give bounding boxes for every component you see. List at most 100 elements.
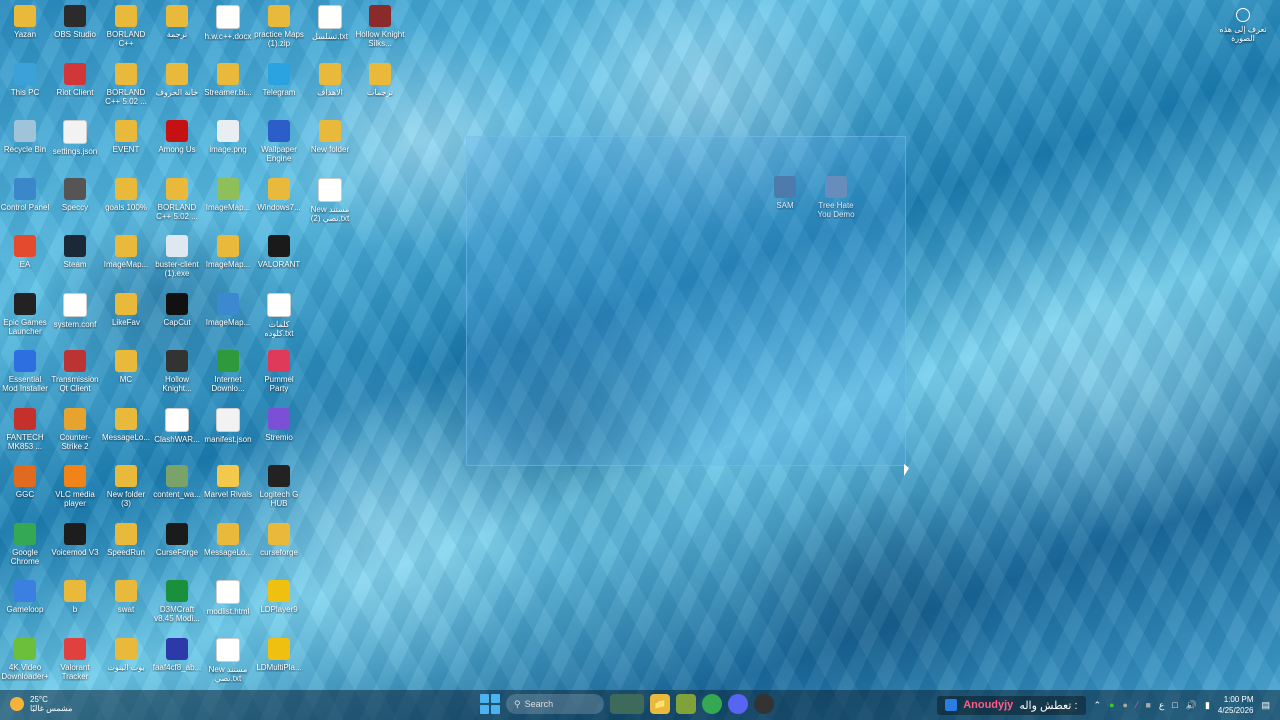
desktop-icon[interactable]: Counter-Strike 2 [50,407,100,451]
desktop-icon[interactable]: content_wa... [152,465,202,499]
desktop-icon[interactable]: h.w.c++.docx [203,5,253,41]
desktop-icon[interactable]: Essential Mod Installer [0,350,50,393]
desktop-icon[interactable]: New folder (3) [101,465,151,508]
tray-app-icon[interactable]: ● [1109,700,1114,710]
desktop-icon[interactable]: Valorant Tracker [50,637,100,681]
chrome-taskbar-icon[interactable] [702,694,722,714]
desktop-icon[interactable]: Among Us [152,120,202,154]
desktop-icon[interactable]: b [50,580,100,614]
desktop-icon[interactable]: Google Chrome [0,522,50,566]
desktop-icon[interactable]: Voicemod V3 [50,522,100,557]
desktop-icon[interactable]: Wallpaper Engine [254,120,304,163]
desktop-icon[interactable]: New folder [305,120,355,154]
desktop-icon[interactable]: Streamer.bi... [203,62,253,97]
desktop-icon[interactable]: VALORANT [254,235,304,269]
desktop-icon[interactable]: CurseForge [152,522,202,557]
weather-widget[interactable]: 25°C مشمس غالبًا [10,695,72,713]
desktop-icon[interactable]: Recycle Bin [0,120,50,154]
chevron-up-icon[interactable]: ⌃ [1094,700,1102,711]
desktop-icon[interactable]: D3MCraft v8.45 Modi... [152,580,202,623]
desktop-icon[interactable]: SpeedRun [101,522,151,557]
start-button[interactable] [480,694,500,714]
learn-about-picture[interactable]: تعرف إلى هذه الصورة [1218,8,1268,43]
desktop-icon[interactable]: CapCut [152,292,202,327]
tray-pen-icon[interactable]: ⁄ [1136,700,1138,710]
desktop-icon[interactable]: Hollow Knight Silks... [355,5,405,48]
desktop-icon[interactable]: Hollow Knight... [152,350,202,393]
desktop-icon[interactable]: system.conf [50,292,100,329]
desktop-icon[interactable]: Marvel Rivals [203,465,253,499]
desktop-icon[interactable]: This PC [0,62,50,97]
desktop-icon[interactable]: ImageMap... [203,235,253,269]
network-icon[interactable]: □ [1172,700,1177,710]
desktop-icon[interactable]: Telegram [254,62,304,97]
gallery-icon[interactable] [676,694,696,714]
desktop-icon[interactable]: Riot Client [50,62,100,97]
desktop-icon[interactable]: curseforge [254,522,304,557]
desktop-icon[interactable]: Logitech G HUB [254,465,304,508]
desktop-icon[interactable]: VLC media player [50,465,100,508]
desktop-icon[interactable]: Internet Downlo... [203,350,253,393]
desktop-icon[interactable]: practice Maps (1).zip [254,5,304,48]
now-playing-widget[interactable]: Anoudyjy تعطش واله : [937,695,1086,715]
desktop-icon[interactable]: buster-client (1).exe [152,235,202,278]
desktop-icon[interactable]: Speccy [50,177,100,212]
desktop-icon[interactable]: New مستند نصي (2).txt [305,177,355,223]
desktop-icon[interactable]: ترجمات [355,62,405,97]
widget-thumbnail[interactable] [610,694,644,714]
desktop-icon[interactable]: LDMultiPla... [254,637,304,672]
desktop-icon[interactable]: FANTECH MK853 ... [0,407,50,451]
desktop-icon[interactable]: GGC [0,465,50,499]
desktop-icon[interactable]: goals 100% [101,177,151,212]
desktop-icon[interactable]: BORLAND C++ 5.02 ... [152,177,202,221]
desktop-icon[interactable]: Gameloop [0,580,50,614]
desktop-icon[interactable]: خانة الحروف [152,62,202,97]
desktop-icon[interactable]: settings.json [50,120,100,156]
desktop-icon[interactable]: Windows7... [254,177,304,212]
file-explorer-icon[interactable]: 📁 [650,694,670,714]
desktop-icon[interactable]: MC [101,350,151,384]
notification-icon[interactable]: ▤ [1261,700,1270,711]
desktop-icon[interactable]: EVENT [101,120,151,154]
desktop-icon[interactable]: BORLAND C++ [101,5,151,48]
desktop-icon[interactable]: Control Panel [0,177,50,212]
desktop-icon[interactable]: ImageMap... [203,177,253,212]
desktop-icon[interactable]: بوت البنوت [101,637,151,672]
desktop-icon[interactable]: faaf4cf8_ab... [152,637,202,672]
desktop-icon[interactable]: Stremio [254,407,304,442]
desktop-icon[interactable]: ترجمة [152,5,202,39]
desktop-icon[interactable]: Epic Games Launcher [0,292,50,336]
desktop-icon[interactable]: EA [0,235,50,269]
desktop-icon[interactable]: swat [101,580,151,614]
desktop-icon[interactable]: Yazan [0,5,50,39]
desktop-icon[interactable]: تسلسل.txt [305,5,355,41]
language-indicator[interactable]: ع [1159,700,1164,711]
tray-app-icon[interactable]: ● [1123,700,1128,710]
search-box[interactable]: ⚲ Search [506,694,604,714]
desktop-icon[interactable]: Pummel Party [254,350,304,393]
desktop-icon[interactable]: كلمات كلوده.txt [254,292,304,338]
desktop-icon[interactable]: modlist.html [203,580,253,616]
desktop-icon[interactable]: 4K Video Downloader+ [0,637,50,681]
desktop-icon[interactable]: ImageMap... [101,235,151,269]
discord-icon[interactable] [728,694,748,714]
desktop-icon[interactable]: ClashWAR... [152,407,202,444]
desktop-icon[interactable]: MessageLo... [203,522,253,557]
desktop-icon[interactable]: MessageLo... [101,407,151,442]
desktop-icon[interactable]: Transmission Qt Client [50,350,100,393]
battery-icon[interactable]: ▮ [1205,700,1210,711]
app-taskbar-icon[interactable] [754,694,774,714]
tray-app-icon[interactable]: ■ [1145,700,1150,710]
desktop-icon[interactable]: image.png [203,120,253,154]
desktop-icon[interactable]: manifest.json [203,407,253,444]
desktop-icon[interactable]: Steam [50,235,100,269]
volume-icon[interactable]: 🔊 [1186,700,1197,711]
desktop-icon[interactable]: BORLAND C++ 5.02 ... [101,62,151,106]
desktop-icon[interactable]: LDPlayer9 [254,580,304,614]
desktop-icon[interactable]: ImageMap... [203,292,253,327]
desktop-icon[interactable]: New مستند نصي.txt [203,637,253,683]
desktop-icon[interactable]: الاهداف [305,62,355,97]
desktop-icon[interactable]: OBS Studio [50,5,100,39]
desktop-icon[interactable]: LikeFav [101,292,151,327]
clock[interactable]: 1:00 PM 4/25/2026 [1218,694,1254,716]
